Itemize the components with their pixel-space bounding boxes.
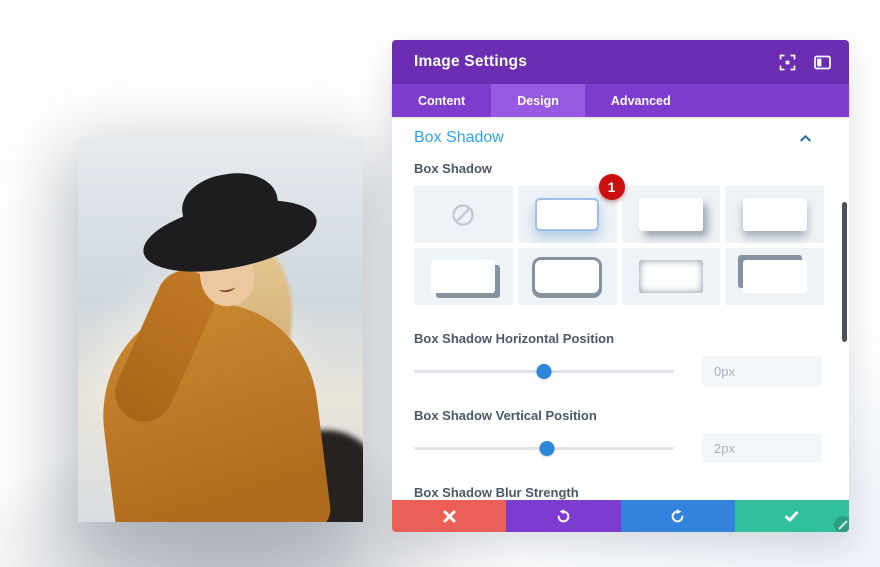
preset-thumbnail (638, 198, 703, 231)
blur-strength-field: Box Shadow Blur Strength 2 (414, 485, 824, 500)
preset-thumbnail (535, 198, 600, 231)
preset-hard-outline-shadow[interactable] (517, 248, 617, 305)
tab-bar: Content Design Advanced (392, 84, 849, 117)
vertical-position-field: Box Shadow Vertical Position (414, 408, 824, 463)
no-shadow-icon (452, 203, 475, 226)
blur-strength-label: Box Shadow Blur Strength (414, 485, 579, 500)
preset-hard-offset-top-left[interactable] (725, 248, 824, 305)
box-shadow-label: Box Shadow (414, 161, 493, 176)
preset-thumbnail (742, 198, 807, 231)
slider-thumb[interactable] (539, 441, 555, 456)
image-settings-modal: Image Settings Content Design Advanced B… (392, 40, 849, 532)
vertical-position-slider[interactable] (414, 433, 674, 463)
vertical-position-label: Box Shadow Vertical Position (414, 408, 597, 423)
annotation-badge-1: 1 (598, 174, 625, 200)
preset-hard-offset-bottom-right[interactable] (414, 248, 513, 305)
expand-preview-icon[interactable] (779, 54, 796, 71)
box-shadow-section-toggle[interactable]: Box Shadow (414, 129, 824, 147)
preview-image[interactable] (78, 138, 363, 522)
modal-title: Image Settings (414, 53, 528, 70)
modal-footer (392, 500, 849, 532)
check-icon (785, 510, 799, 522)
scrollbar-thumb[interactable] (842, 202, 847, 342)
preset-thumbnail (742, 260, 807, 293)
preset-soft-outer-shadow[interactable]: 1 (517, 174, 625, 243)
preset-offset-right-shadow[interactable] (621, 186, 721, 243)
slider-thumb[interactable] (536, 364, 552, 379)
horizontal-position-field: Box Shadow Horizontal Position (414, 331, 824, 386)
box-shadow-presets: 1 (414, 174, 824, 305)
tab-advanced[interactable]: Advanced (585, 84, 697, 117)
cancel-button[interactable] (392, 500, 507, 532)
redo-icon (671, 508, 684, 522)
modal-header: Image Settings (392, 40, 849, 84)
tab-content[interactable]: Content (392, 84, 491, 117)
vertical-position-input[interactable] (702, 433, 822, 463)
page: Image Settings Content Design Advanced B… (0, 0, 880, 567)
preset-thumbnail (431, 260, 496, 293)
chevron-up-icon (800, 134, 811, 141)
horizontal-position-input[interactable] (702, 356, 822, 386)
split-view-icon[interactable] (814, 54, 831, 71)
redo-button[interactable] (620, 500, 735, 532)
preset-thumbnail (638, 260, 703, 293)
preset-bottom-shadow[interactable] (725, 186, 824, 243)
resize-handle-icon[interactable] (832, 514, 849, 532)
close-icon (443, 510, 456, 522)
horizontal-position-slider[interactable] (414, 356, 674, 386)
section-title: Box Shadow (414, 129, 504, 146)
settings-panel: Box Shadow Box Shadow 1 Box Shadow Horiz… (392, 117, 849, 500)
tab-design[interactable]: Design (491, 84, 585, 117)
preset-no-shadow[interactable] (414, 186, 513, 243)
undo-button[interactable] (506, 500, 621, 532)
preset-thumbnail (535, 260, 600, 293)
undo-icon (557, 508, 570, 522)
preset-inner-shadow[interactable] (621, 248, 721, 305)
horizontal-position-label: Box Shadow Horizontal Position (414, 331, 615, 346)
